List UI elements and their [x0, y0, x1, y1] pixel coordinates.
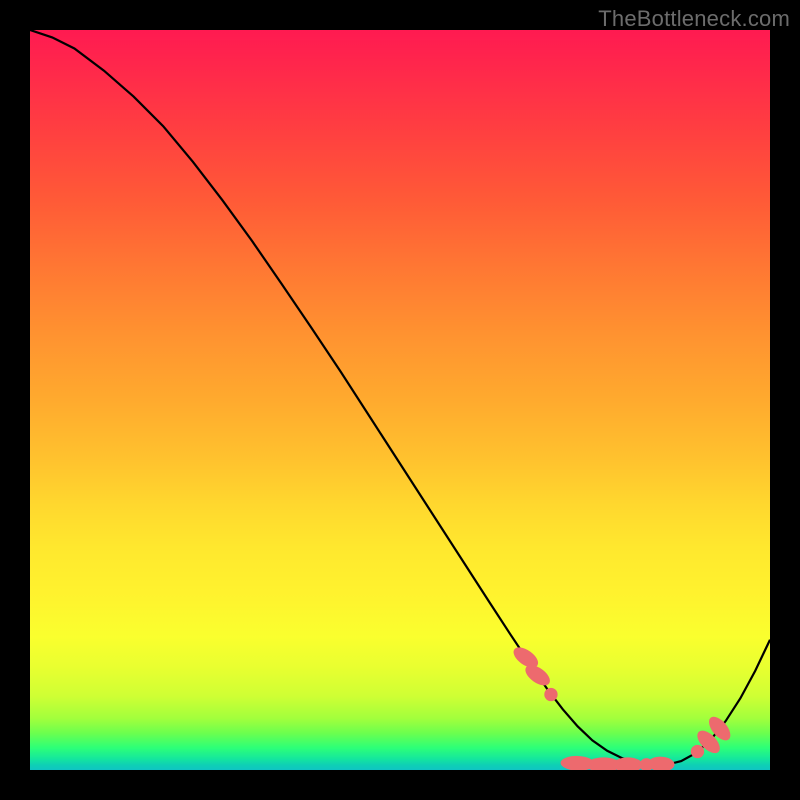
- marker-lozenge: [648, 756, 675, 770]
- marker-lozenge: [613, 757, 643, 770]
- chart-curve: [30, 30, 770, 765]
- chart-overlay: [30, 30, 770, 770]
- plot-area: [30, 30, 770, 770]
- marker-dot: [691, 745, 704, 758]
- chart-markers: [510, 643, 734, 770]
- watermark-text: TheBottleneck.com: [598, 6, 790, 32]
- chart-frame: TheBottleneck.com: [0, 0, 800, 800]
- marker-dot: [544, 688, 557, 701]
